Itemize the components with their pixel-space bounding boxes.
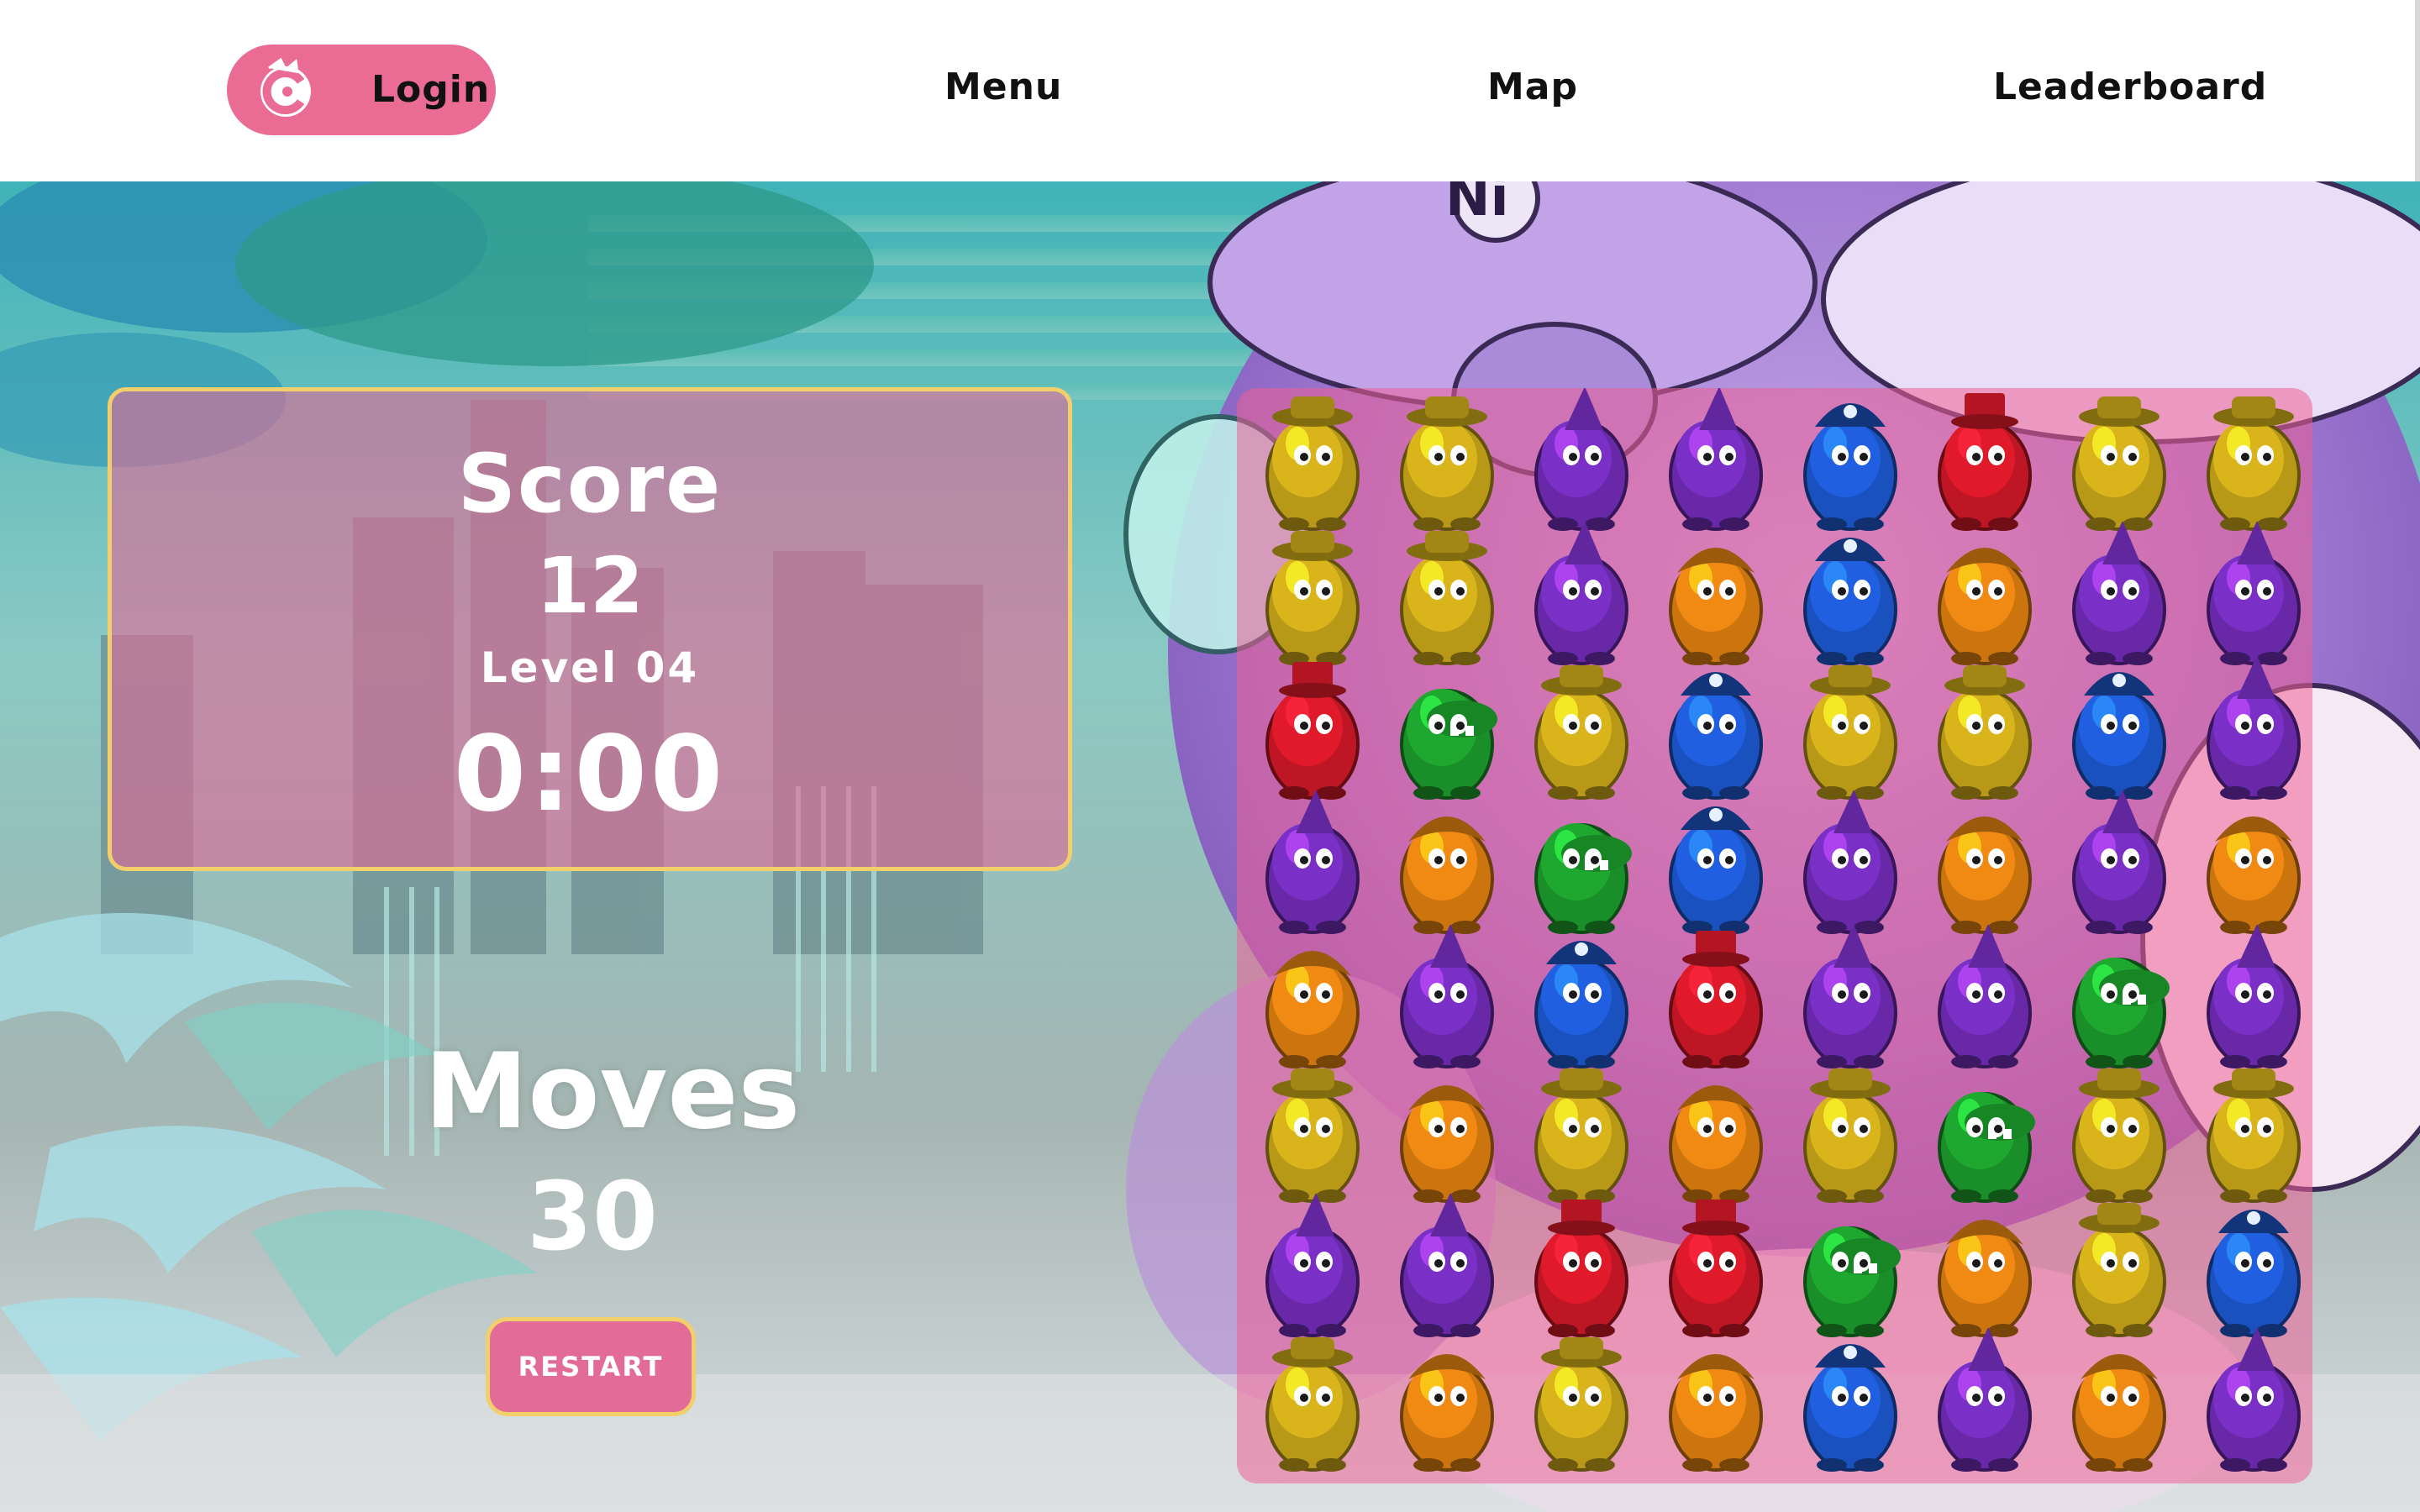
game-piece-yellow[interactable]: [2207, 1068, 2301, 1203]
game-piece-purple[interactable]: [2072, 790, 2166, 934]
game-piece-yellow[interactable]: [1803, 1068, 1897, 1203]
level-label: Level 04: [480, 643, 700, 692]
game-piece-red[interactable]: [1938, 393, 2032, 531]
game-board: [1237, 388, 2312, 1483]
game-piece-purple[interactable]: [1534, 521, 1628, 665]
top-navigation-bar: Login Menu Map Leaderboard: [0, 0, 2420, 181]
game-piece-yellow[interactable]: [1265, 396, 1360, 531]
game-piece-blue[interactable]: [1803, 538, 1897, 665]
game-piece-purple[interactable]: [1534, 388, 1628, 531]
svg-text:Ni: Ni: [1445, 181, 1509, 228]
game-piece-purple[interactable]: [2207, 924, 2301, 1068]
game-piece-orange[interactable]: [1938, 1220, 2032, 1337]
game-piece-purple[interactable]: [1669, 388, 1763, 531]
game-piece-red[interactable]: [1669, 1200, 1763, 1337]
login-button[interactable]: Login: [227, 45, 496, 135]
game-piece-orange[interactable]: [1400, 816, 1494, 934]
game-piece-purple[interactable]: [1400, 924, 1494, 1068]
game-piece-yellow[interactable]: [1265, 531, 1360, 665]
menu-link[interactable]: Menu: [944, 66, 1062, 108]
moves-label: Moves: [424, 1032, 801, 1152]
game-piece-yellow[interactable]: [1400, 531, 1494, 665]
game-piece-orange[interactable]: [1669, 1354, 1763, 1472]
game-piece-purple[interactable]: [2207, 1327, 2301, 1472]
game-piece-purple[interactable]: [1265, 1193, 1360, 1337]
game-piece-purple[interactable]: [2207, 521, 2301, 665]
game-piece-purple[interactable]: [1803, 790, 1897, 934]
game-piece-orange[interactable]: [1669, 1085, 1763, 1203]
game-piece-yellow[interactable]: [1265, 1068, 1360, 1203]
game-piece-orange[interactable]: [1400, 1354, 1494, 1472]
game-piece-yellow[interactable]: [1938, 665, 2032, 800]
game-piece-red[interactable]: [1534, 1200, 1628, 1337]
game-piece-yellow[interactable]: [2072, 396, 2166, 531]
game-piece-green[interactable]: [1400, 689, 1497, 800]
score-label: Score: [457, 437, 723, 531]
game-piece-yellow[interactable]: [1534, 665, 1628, 800]
game-piece-yellow[interactable]: [2072, 1203, 2166, 1337]
game-piece-yellow[interactable]: [1265, 1337, 1360, 1472]
game-piece-green[interactable]: [1534, 823, 1632, 934]
game-piece-orange[interactable]: [2207, 816, 2301, 934]
game-piece-green[interactable]: [2072, 958, 2170, 1068]
game-piece-orange[interactable]: [2072, 1354, 2166, 1472]
game-logo-icon: [260, 57, 311, 117]
restart-button[interactable]: RESTART: [486, 1317, 696, 1416]
login-label: Login: [371, 68, 491, 111]
leaderboard-link[interactable]: Leaderboard: [1993, 66, 2267, 108]
game-piece-purple[interactable]: [1265, 790, 1360, 934]
game-piece-orange[interactable]: [1400, 1085, 1494, 1203]
game-piece-blue[interactable]: [1669, 806, 1763, 934]
moves-value: 30: [527, 1163, 658, 1272]
game-piece-purple[interactable]: [1938, 924, 2032, 1068]
game-piece-orange[interactable]: [1938, 816, 2032, 934]
score-value: 12: [535, 541, 644, 631]
game-piece-purple[interactable]: [1803, 924, 1897, 1068]
game-piece-yellow[interactable]: [1400, 396, 1494, 531]
game-piece-purple[interactable]: [2207, 655, 2301, 800]
game-piece-purple[interactable]: [1400, 1193, 1494, 1337]
game-piece-yellow[interactable]: [1534, 1068, 1628, 1203]
game-piece-blue[interactable]: [1534, 941, 1628, 1068]
map-link[interactable]: Map: [1487, 66, 1578, 108]
game-piece-purple[interactable]: [2072, 521, 2166, 665]
game-piece-red[interactable]: [1265, 662, 1360, 800]
game-piece-yellow[interactable]: [2072, 1068, 2166, 1203]
game-piece-yellow[interactable]: [1534, 1337, 1628, 1472]
game-piece-green[interactable]: [1803, 1226, 1901, 1337]
game-piece-yellow[interactable]: [1803, 665, 1897, 800]
score-panel: Score 12 Level 04 0:00: [108, 387, 1072, 871]
board-grid: [1265, 388, 2301, 1472]
game-piece-blue[interactable]: [1669, 672, 1763, 800]
game-piece-blue[interactable]: [1803, 403, 1897, 531]
game-piece-green[interactable]: [1938, 1092, 2035, 1203]
game-piece-purple[interactable]: [1938, 1327, 2032, 1472]
game-piece-orange[interactable]: [1265, 951, 1360, 1068]
game-piece-orange[interactable]: [1938, 548, 2032, 665]
game-piece-blue[interactable]: [2072, 672, 2166, 800]
timer-value: 0:00: [453, 714, 727, 835]
game-piece-blue[interactable]: [1803, 1344, 1897, 1472]
game-piece-blue[interactable]: [2207, 1210, 2301, 1337]
game-piece-yellow[interactable]: [2207, 396, 2301, 531]
game-piece-red[interactable]: [1669, 931, 1763, 1068]
game-piece-orange[interactable]: [1669, 548, 1763, 665]
